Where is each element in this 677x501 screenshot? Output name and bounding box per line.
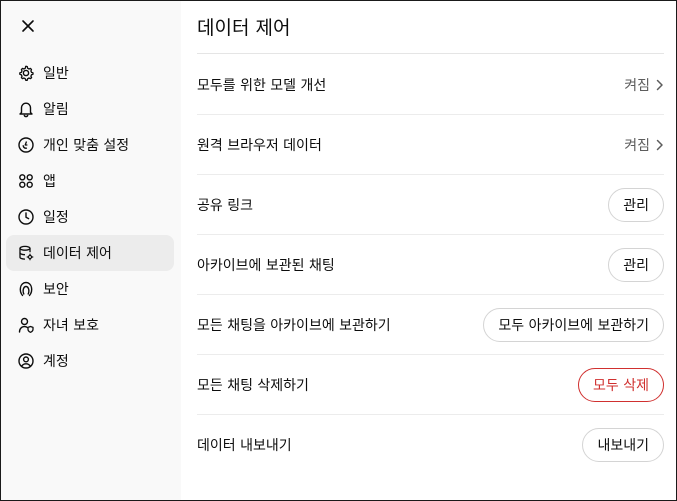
sidebar-item-data-controls[interactable]: 데이터 제어: [6, 235, 174, 271]
parental-controls-icon: [17, 316, 35, 334]
sidebar-item-security[interactable]: 보안: [6, 271, 174, 307]
setting-row-archive-all: 모든 채팅을 아카이브에 보관하기 모두 아카이브에 보관하기: [197, 295, 664, 355]
sidebar-item-label: 계정: [43, 354, 69, 370]
sidebar-item-label: 앱: [43, 174, 56, 190]
setting-label: 모든 채팅을 아카이브에 보관하기: [197, 317, 391, 334]
sidebar-item-personalization[interactable]: 개인 맞춤 설정: [6, 127, 174, 163]
improve-model-toggle-link[interactable]: 켜짐: [624, 75, 664, 95]
bell-icon: [17, 100, 35, 118]
divider: [197, 53, 664, 54]
settings-sidebar: 일반 알림 개인 맞춤 설정 앱 일정 데이터 제어 보안 자녀 보호 계정: [1, 1, 181, 500]
personalization-icon: [17, 136, 35, 154]
export-data-button[interactable]: 내보내기: [582, 428, 664, 462]
setting-label: 모두를 위한 모델 개선: [197, 77, 327, 94]
setting-row-archived-chats: 아카이브에 보관된 채팅 관리: [197, 235, 664, 295]
sidebar-item-notifications[interactable]: 알림: [6, 91, 174, 127]
chevron-right-icon: [656, 79, 663, 90]
setting-label: 공유 링크: [197, 197, 253, 214]
delete-all-button[interactable]: 모두 삭제: [578, 367, 664, 402]
clock-icon: [17, 208, 35, 226]
manage-archived-chats-button[interactable]: 관리: [608, 247, 664, 282]
account-icon: [17, 352, 35, 370]
sidebar-item-label: 데이터 제어: [43, 246, 112, 262]
page-title: 데이터 제어: [197, 17, 291, 39]
sidebar-item-label: 자녀 보호: [43, 318, 99, 334]
archive-all-button[interactable]: 모두 아카이브에 보관하기: [483, 307, 664, 342]
sidebar-item-general[interactable]: 일반: [6, 55, 174, 91]
sidebar-item-label: 일정: [43, 210, 69, 226]
setting-label: 원격 브라우저 데이터: [197, 137, 322, 154]
setting-row-improve-model: 모두를 위한 모델 개선 켜짐: [197, 55, 664, 115]
sidebar-item-label: 알림: [43, 102, 69, 118]
security-icon: [17, 280, 35, 298]
setting-value: 켜짐: [624, 77, 650, 94]
sidebar-item-schedule[interactable]: 일정: [6, 199, 174, 235]
settings-list: 모두를 위한 모델 개선 켜짐 원격 브라우저 데이터 켜짐 공유 링크 관리 …: [197, 55, 664, 475]
setting-label: 모든 채팅 삭제하기: [197, 377, 309, 394]
setting-value: 켜짐: [624, 137, 650, 154]
sidebar-item-label: 보안: [43, 282, 69, 298]
sidebar-item-account[interactable]: 계정: [6, 343, 174, 379]
remote-browser-data-link[interactable]: 켜짐: [624, 135, 664, 155]
sidebar-item-label: 일반: [43, 66, 69, 82]
setting-row-delete-all: 모든 채팅 삭제하기 모두 삭제: [197, 355, 664, 415]
sidebar-item-parental-controls[interactable]: 자녀 보호: [6, 307, 174, 343]
settings-content: 데이터 제어 모두를 위한 모델 개선 켜짐 원격 브라우저 데이터 켜짐 공유…: [197, 1, 664, 500]
close-button[interactable]: [15, 13, 41, 39]
settings-nav: 일반 알림 개인 맞춤 설정 앱 일정 데이터 제어 보안 자녀 보호 계정: [6, 55, 174, 379]
setting-label: 데이터 내보내기: [197, 438, 292, 454]
apps-grid-icon: [17, 172, 35, 190]
setting-row-remote-browser-data: 원격 브라우저 데이터 켜짐: [197, 115, 664, 175]
close-icon: [22, 20, 34, 32]
database-gear-icon: [17, 244, 35, 262]
setting-label: 아카이브에 보관된 채팅: [197, 257, 335, 274]
sidebar-item-apps[interactable]: 앱: [6, 163, 174, 199]
setting-row-export-data: 데이터 내보내기 내보내기: [197, 415, 664, 475]
gear-icon: [17, 64, 35, 82]
setting-row-shared-links: 공유 링크 관리: [197, 175, 664, 235]
sidebar-item-label: 개인 맞춤 설정: [43, 138, 130, 154]
chevron-right-icon: [656, 139, 663, 150]
settings-window: 일반 알림 개인 맞춤 설정 앱 일정 데이터 제어 보안 자녀 보호 계정 데…: [0, 0, 677, 501]
manage-shared-links-button[interactable]: 관리: [608, 187, 664, 222]
